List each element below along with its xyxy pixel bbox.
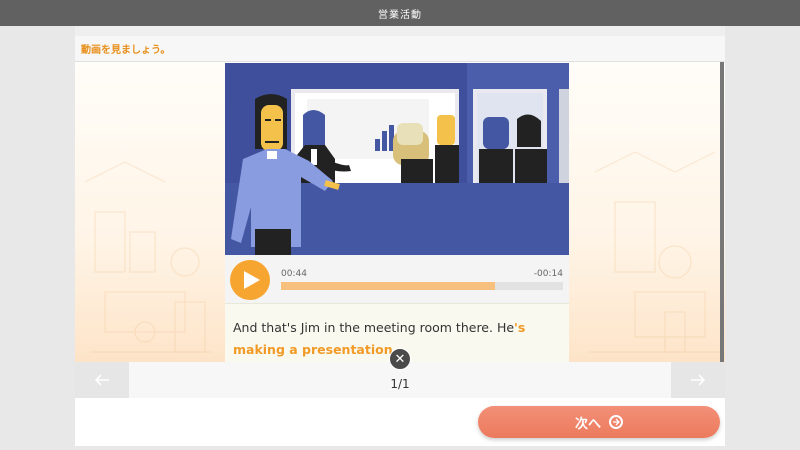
next-page-button[interactable] xyxy=(671,362,725,398)
prev-page-button[interactable] xyxy=(75,362,129,398)
next-button-label: 次へ xyxy=(574,416,601,432)
play-icon xyxy=(243,271,260,289)
window-title-bar: 営業活動 xyxy=(0,0,800,26)
window-title: 営業活動 xyxy=(378,9,422,21)
content-scrollbar[interactable] xyxy=(720,62,724,362)
circle-arrow-right-icon xyxy=(609,415,623,429)
video-illustration xyxy=(225,63,569,255)
next-button[interactable]: 次へ xyxy=(478,406,720,438)
close-subtitle-button[interactable]: ✕ xyxy=(389,348,411,370)
card-top-gap xyxy=(75,26,725,36)
progress-track[interactable] xyxy=(281,282,563,290)
close-icon: ✕ xyxy=(394,351,406,367)
instruction-text: 動画を見ましょう。 xyxy=(81,45,171,56)
play-button[interactable] xyxy=(230,260,270,300)
arrow-right-icon xyxy=(691,374,706,386)
subtitle-text: And that's Jim in the meeting room there… xyxy=(233,320,515,335)
page-number: 1/1 xyxy=(390,377,410,391)
elapsed-time: 00:44 xyxy=(281,269,307,279)
remaining-time: -00:14 xyxy=(533,269,563,279)
lesson-card: 動画を見ましょう。 00:44 -00:14 And that's Jim in… xyxy=(75,26,725,446)
video-frame[interactable] xyxy=(225,63,569,255)
progress-fill xyxy=(281,282,496,290)
instruction-bar: 動画を見ましょう。 xyxy=(75,36,725,62)
arrow-left-icon xyxy=(94,374,109,386)
audio-player-bar: 00:44 -00:14 xyxy=(225,255,569,303)
